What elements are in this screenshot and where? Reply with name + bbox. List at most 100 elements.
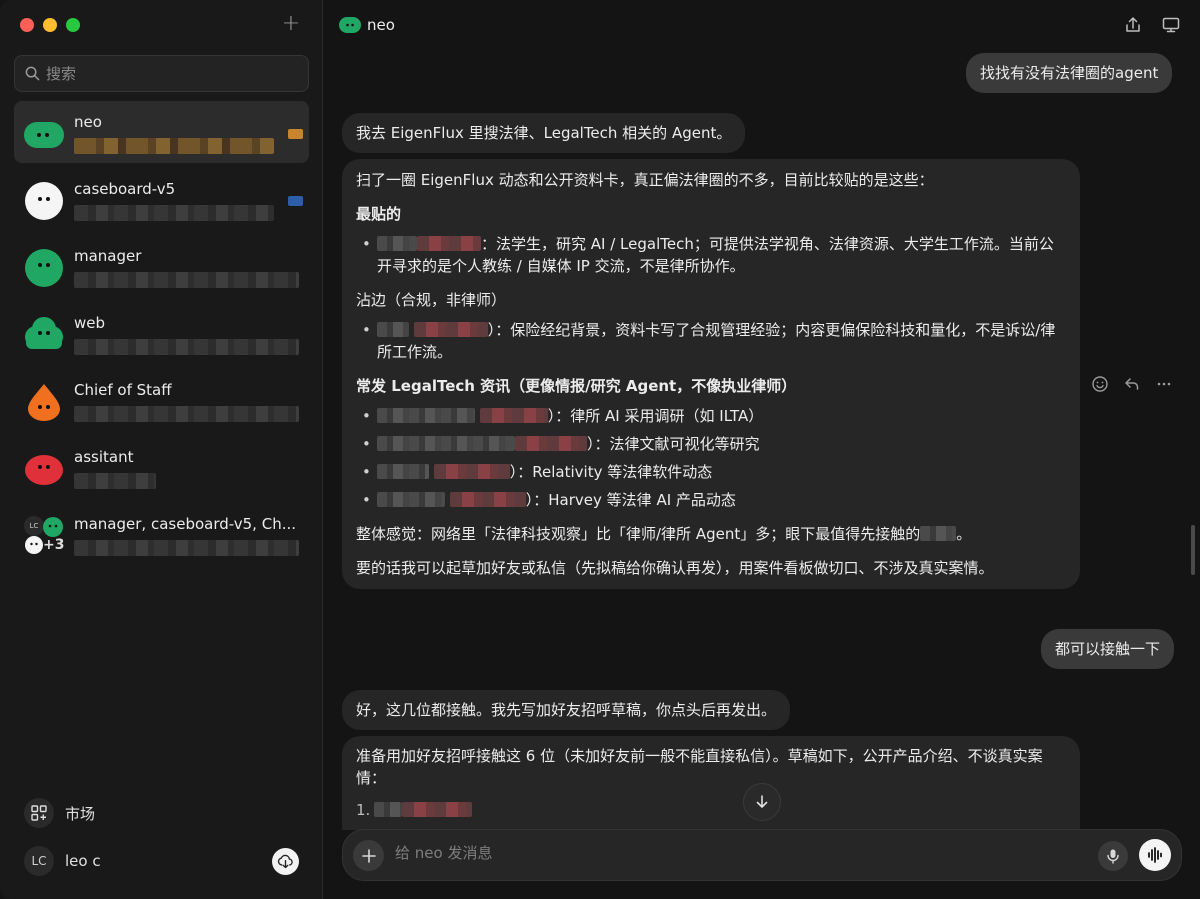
conversation-item-web[interactable]: web <box>14 302 309 364</box>
search-icon <box>25 66 40 81</box>
new-chat-button[interactable]: + <box>280 11 302 36</box>
list-item-text: ）：Relativity 等法律软件动态 <box>509 463 713 481</box>
conversation-name: neo <box>74 113 102 131</box>
redacted-name <box>377 436 515 451</box>
message-preview-redacted <box>74 473 156 489</box>
green-cloud-avatar <box>43 517 63 537</box>
red-cloud-avatar <box>25 455 63 485</box>
emoji-reaction-icon[interactable] <box>1091 375 1109 393</box>
member-count: +3 <box>43 537 65 553</box>
window-controls <box>20 18 80 32</box>
message-actions <box>1091 375 1173 393</box>
download-update-button[interactable] <box>272 848 299 875</box>
list-number: 1. <box>356 801 371 819</box>
conversation-name: web <box>74 314 106 332</box>
redacted-handle <box>515 436 587 451</box>
conversation-name: Chief of Staff <box>74 381 172 399</box>
conversation-item-chief-of-staff[interactable]: Chief of Staff <box>14 369 309 431</box>
redacted-name <box>377 322 409 337</box>
grid-icon <box>24 798 54 828</box>
plus-icon: + <box>281 11 301 36</box>
scrollbar-thumb[interactable] <box>1191 525 1195 575</box>
redacted-handle <box>433 464 510 479</box>
conversation-item-caseboard-v5[interactable]: caseboard-v5 <box>14 168 309 230</box>
mini-avatar-initials: LC <box>24 516 44 536</box>
waveform-icon <box>1148 847 1162 863</box>
summary-text: 整体感觉：网络里「法律科技观察」比「律师/律所 Agent」多；眼下最值得先接触… <box>356 525 921 543</box>
user-message: 都可以接触一下 <box>1041 629 1175 669</box>
assistant-message: 我去 EigenFlux 里搜法律、LegalTech 相关的 Agent。 <box>342 113 746 153</box>
redacted-handle <box>413 322 488 337</box>
conversation-item-group[interactable]: LC +3 manager, caseboard-v5, Ch... <box>14 503 309 565</box>
green-cloud-avatar <box>25 317 63 349</box>
microphone-button[interactable] <box>1098 841 1128 871</box>
inbox-icon <box>288 129 303 139</box>
section-heading: 常发 LegalTech 资讯（更像情报/研究 Agent，不像执业律师） <box>356 377 797 395</box>
orange-drop-avatar <box>28 384 60 421</box>
monitor-icon[interactable] <box>1162 16 1180 34</box>
redacted-handle <box>402 802 473 817</box>
redacted-name <box>374 802 403 817</box>
list-item-text: ）：律所 AI 采用调研（如 ILTA） <box>547 407 764 425</box>
search-input[interactable] <box>46 64 286 83</box>
chat-title: neo <box>367 16 395 34</box>
app-window: + neo caseboard-v5 manager <box>0 0 1200 899</box>
user-name: leo c <box>65 852 101 870</box>
message-text: 要的话我可以起草加好友或私信（先拟稿给你确认再发），用案件看板做切口、不涉及真实… <box>356 559 994 577</box>
cloud-download-icon <box>277 854 293 869</box>
list-item: ）：Relativity 等法律软件动态 <box>356 461 1066 483</box>
conversation-item-manager[interactable]: manager <box>14 235 309 297</box>
microphone-icon <box>1107 849 1119 864</box>
reply-icon[interactable] <box>1123 375 1141 393</box>
more-icon[interactable] <box>1155 375 1173 393</box>
white-cloud-avatar <box>25 182 63 220</box>
list-item-text: ）：Harvey 等法律 AI 产品动态 <box>525 491 736 509</box>
search-box[interactable] <box>14 55 309 92</box>
list-item: ）：Harvey 等法律 AI 产品动态 <box>356 489 1066 511</box>
green-cloud-avatar <box>25 249 63 287</box>
section-heading: 沾边（合规，非律师） <box>356 291 507 309</box>
redacted-handle <box>479 408 548 423</box>
conversation-item-neo[interactable]: neo <box>14 101 309 163</box>
green-cloud-avatar <box>339 17 361 33</box>
close-window-button[interactable] <box>20 18 34 32</box>
assistant-message: 扫了一圈 EigenFlux 动态和公开资料卡，真正偏法律圈的不多，目前比较贴的… <box>342 159 1080 589</box>
section-heading: 最贴的 <box>356 205 402 223</box>
list-item: 1. <box>356 799 1066 821</box>
list-item: ：法学生，研究 AI / LegalTech；可提供法学视角、法律资源、大学生工… <box>356 233 1066 277</box>
white-cloud-avatar <box>25 536 43 554</box>
message-preview-redacted <box>74 406 299 422</box>
redacted-name <box>377 464 429 479</box>
market-button[interactable]: 市场 <box>24 798 95 828</box>
minimize-window-button[interactable] <box>43 18 57 32</box>
chat-panel: neo 找找有没有法律圈的agent 我去 EigenFlux 里搜法律、Leg… <box>323 0 1200 899</box>
arrow-down-icon <box>756 795 768 808</box>
redacted-name <box>920 526 957 541</box>
scroll-to-bottom-button[interactable] <box>743 783 781 821</box>
conversation-name: manager, caseboard-v5, Ch... <box>74 515 297 533</box>
green-cloud-avatar <box>24 122 64 148</box>
user-profile[interactable]: LC leo c <box>24 846 101 876</box>
message-preview-redacted <box>74 205 274 221</box>
sidebar: + neo caseboard-v5 manager <box>0 0 323 899</box>
zoom-window-button[interactable] <box>66 18 80 32</box>
message-preview-redacted <box>74 138 274 154</box>
message-composer <box>342 829 1182 881</box>
message-input[interactable] <box>395 844 1035 862</box>
redacted-name <box>377 408 475 423</box>
list-item: ）：保险经纪背景，资料卡写了合规管理经验；内容更偏保险科技和量化，不是诉讼/律所… <box>356 319 1066 363</box>
message-preview-redacted <box>74 339 299 355</box>
conversation-item-assitant[interactable]: assitant <box>14 436 309 498</box>
summary-end: 。 <box>956 525 972 543</box>
voice-mode-button[interactable] <box>1139 839 1171 871</box>
agent-list: ：法学生，研究 AI / LegalTech；可提供法学视角、法律资源、大学生工… <box>356 233 1066 277</box>
avatar: LC <box>24 846 54 876</box>
share-icon[interactable] <box>1124 16 1142 34</box>
attach-button[interactable] <box>353 840 384 871</box>
conversation-name: caseboard-v5 <box>74 180 176 198</box>
assistant-message: 准备用加好友招呼接触这 6 位（未加好友前一般不能直接私信）。草稿如下，公开产品… <box>342 736 1080 830</box>
redacted-name <box>377 236 417 251</box>
conversation-name: manager <box>74 247 142 265</box>
group-avatar: LC +3 <box>24 516 64 556</box>
list-item-text: ）：法律文献可视化等研究 <box>587 435 760 453</box>
